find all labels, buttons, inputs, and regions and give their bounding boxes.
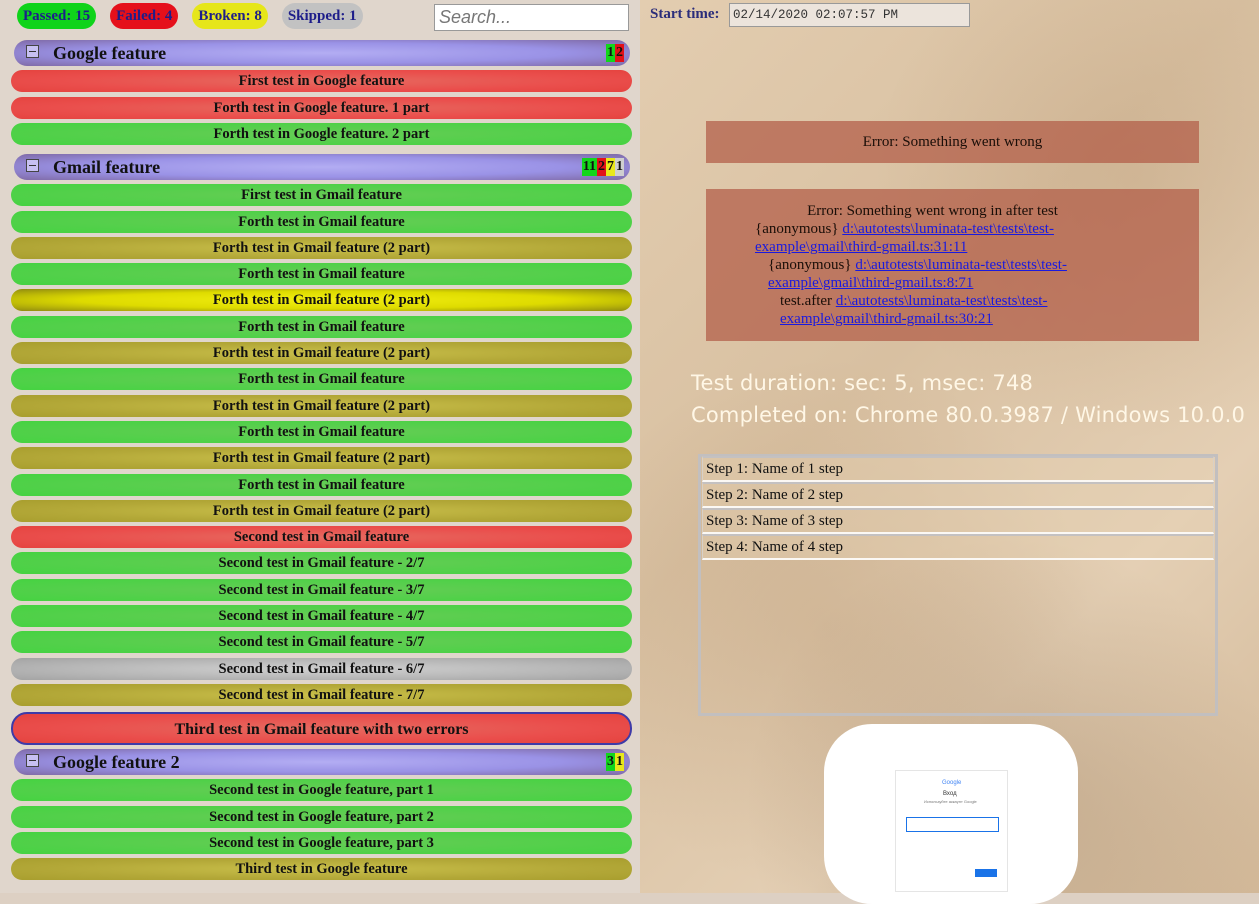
- stack-trace: {anonymous} d:\autotests\luminata-test\t…: [755, 220, 1199, 328]
- start-time-value[interactable]: 02/14/2020 02:07:57 PM: [729, 3, 970, 27]
- feature-title: Gmail feature: [53, 157, 161, 177]
- test-item[interactable]: Second test in Gmail feature - 3/7: [11, 578, 632, 601]
- test-item[interactable]: Forth test in Gmail feature: [11, 368, 632, 391]
- test-item[interactable]: First test in Google feature: [11, 70, 632, 93]
- search-input[interactable]: [434, 4, 629, 31]
- test-item[interactable]: Second test in Gmail feature - 7/7: [11, 683, 632, 706]
- test-item[interactable]: Third test in Google feature: [11, 858, 632, 881]
- broken-filter[interactable]: Broken: 8: [192, 3, 268, 29]
- stack-line: test.after d:\autotests\luminata-test\te…: [780, 292, 1080, 328]
- screenshot-input: [906, 817, 999, 832]
- count-badge: 1: [615, 753, 624, 771]
- error-message: Error: Something went wrong: [706, 121, 1199, 163]
- screenshot-heading: Вход: [943, 791, 957, 797]
- collapse-icon[interactable]: [26, 754, 39, 767]
- test-item[interactable]: Second test in Gmail feature - 4/7: [11, 605, 632, 628]
- test-item[interactable]: Second test in Gmail feature - 6/7: [11, 657, 632, 680]
- stack-line: {anonymous} d:\autotests\luminata-test\t…: [768, 256, 1098, 292]
- feature-header[interactable]: Google feature 1 2: [14, 40, 630, 66]
- test-item[interactable]: First test in Gmail feature: [11, 184, 632, 207]
- feature-title: Google feature 2: [53, 752, 180, 772]
- test-details-panel: Start time: 02/14/2020 02:07:57 PM Error…: [640, 0, 1259, 904]
- collapse-icon[interactable]: [26, 45, 39, 58]
- count-badge: 3: [606, 753, 615, 771]
- feature-counts: 11 2 7 1: [581, 158, 624, 176]
- test-item[interactable]: Second test in Gmail feature - 5/7: [11, 631, 632, 654]
- feature-group: Google feature 2 3 1 Second test in Google …: [11, 749, 632, 881]
- count-badge: 2: [615, 44, 624, 62]
- steps-list: Step 1: Name of 1 step Step 2: Name of 2…: [702, 456, 1214, 560]
- screenshot-page: Google Вход Используйте аккаунт Google: [895, 770, 1008, 892]
- test-duration: Test duration: sec: 5, msec: 748: [691, 371, 1034, 395]
- test-item[interactable]: Second test in Google feature, part 2: [11, 805, 632, 828]
- test-item[interactable]: Forth test in Gmail feature: [11, 210, 632, 233]
- feature-title: Google feature: [53, 43, 167, 63]
- stack-line: {anonymous} d:\autotests\luminata-test\t…: [755, 220, 1085, 256]
- test-item[interactable]: Forth test in Gmail feature (2 part): [11, 236, 632, 259]
- step-item[interactable]: Step 1: Name of 1 step: [702, 456, 1214, 482]
- test-item[interactable]: Forth test in Gmail feature: [11, 473, 632, 496]
- stack-prefix: test.after: [780, 293, 833, 309]
- step-item[interactable]: Step 4: Name of 4 step: [702, 534, 1214, 560]
- feature-counts: 31: [606, 753, 624, 771]
- stats-bar: Passed: 15 Failed: 4 Broken: 8 Skipped: …: [17, 3, 363, 29]
- count-badge: 2: [597, 158, 606, 176]
- test-item[interactable]: Forth test in Gmail feature (2 part): [11, 499, 632, 522]
- test-item[interactable]: Forth test in Gmail feature: [11, 315, 632, 338]
- test-item[interactable]: Second test in Google feature, part 3: [11, 831, 632, 854]
- skipped-filter[interactable]: Skipped: 1: [281, 3, 363, 29]
- test-item[interactable]: Second test in Google feature, part 1: [11, 779, 632, 802]
- step-item[interactable]: Step 3: Name of 3 step: [702, 508, 1214, 534]
- test-item[interactable]: Second test in Gmail feature - 2/7: [11, 552, 632, 575]
- test-item-selected[interactable]: Third test in Gmail feature with two err…: [11, 711, 632, 745]
- count-badge: 11: [581, 158, 597, 176]
- test-item[interactable]: Forth test in Gmail feature (2 part): [11, 394, 632, 417]
- count-badge: 7: [606, 158, 615, 176]
- feature-header[interactable]: Google feature 2 31: [14, 749, 630, 775]
- feature-group: Gmail feature 11 2 7 1 First test in Gmail fe…: [11, 154, 632, 745]
- test-item[interactable]: Forth test in Gmail feature (2 part): [11, 289, 632, 312]
- collapse-icon[interactable]: [26, 159, 39, 172]
- feature-group: Google feature 1 2 First test in Google fea…: [11, 40, 632, 145]
- completed-on: Completed on: Chrome 80.0.3987 / Windows…: [691, 403, 1246, 427]
- test-item[interactable]: Forth test in Google feature. 1 part: [11, 96, 632, 119]
- stack-prefix: {anonymous}: [768, 257, 852, 273]
- error-stack-box: Error: Something went wrong in after tes…: [706, 189, 1199, 341]
- failed-filter[interactable]: Failed: 4: [110, 3, 179, 29]
- test-item[interactable]: Forth test in Google feature. 2 part: [11, 122, 632, 145]
- passed-filter[interactable]: Passed: 15: [17, 3, 97, 29]
- start-time-label: Start time:: [650, 6, 720, 22]
- screenshot-thumbnail[interactable]: Google Вход Используйте аккаунт Google: [824, 724, 1078, 904]
- stack-prefix: {anonymous}: [755, 221, 839, 237]
- screenshot-subheading: Используйте аккаунт Google: [924, 799, 977, 804]
- test-item[interactable]: Forth test in Gmail feature (2 part): [11, 342, 632, 365]
- test-item[interactable]: Forth test in Gmail feature (2 part): [11, 447, 632, 470]
- test-tree-panel: Passed: 15 Failed: 4 Broken: 8 Skipped: …: [0, 0, 640, 893]
- error-title: Error: Something went wrong in after tes…: [807, 203, 1058, 219]
- test-item[interactable]: Forth test in Gmail feature: [11, 263, 632, 286]
- test-item[interactable]: Second test in Gmail feature: [11, 526, 632, 549]
- screenshot-brand: Google: [942, 780, 962, 786]
- step-item[interactable]: Step 2: Name of 2 step: [702, 482, 1214, 508]
- feature-counts: 12: [606, 44, 624, 62]
- screenshot-button: [975, 869, 997, 877]
- count-badge: 1: [606, 44, 615, 62]
- feature-header[interactable]: Gmail feature 11 2 7 1: [14, 154, 630, 180]
- count-badge: 1: [615, 158, 624, 176]
- test-item[interactable]: Forth test in Gmail feature: [11, 420, 632, 443]
